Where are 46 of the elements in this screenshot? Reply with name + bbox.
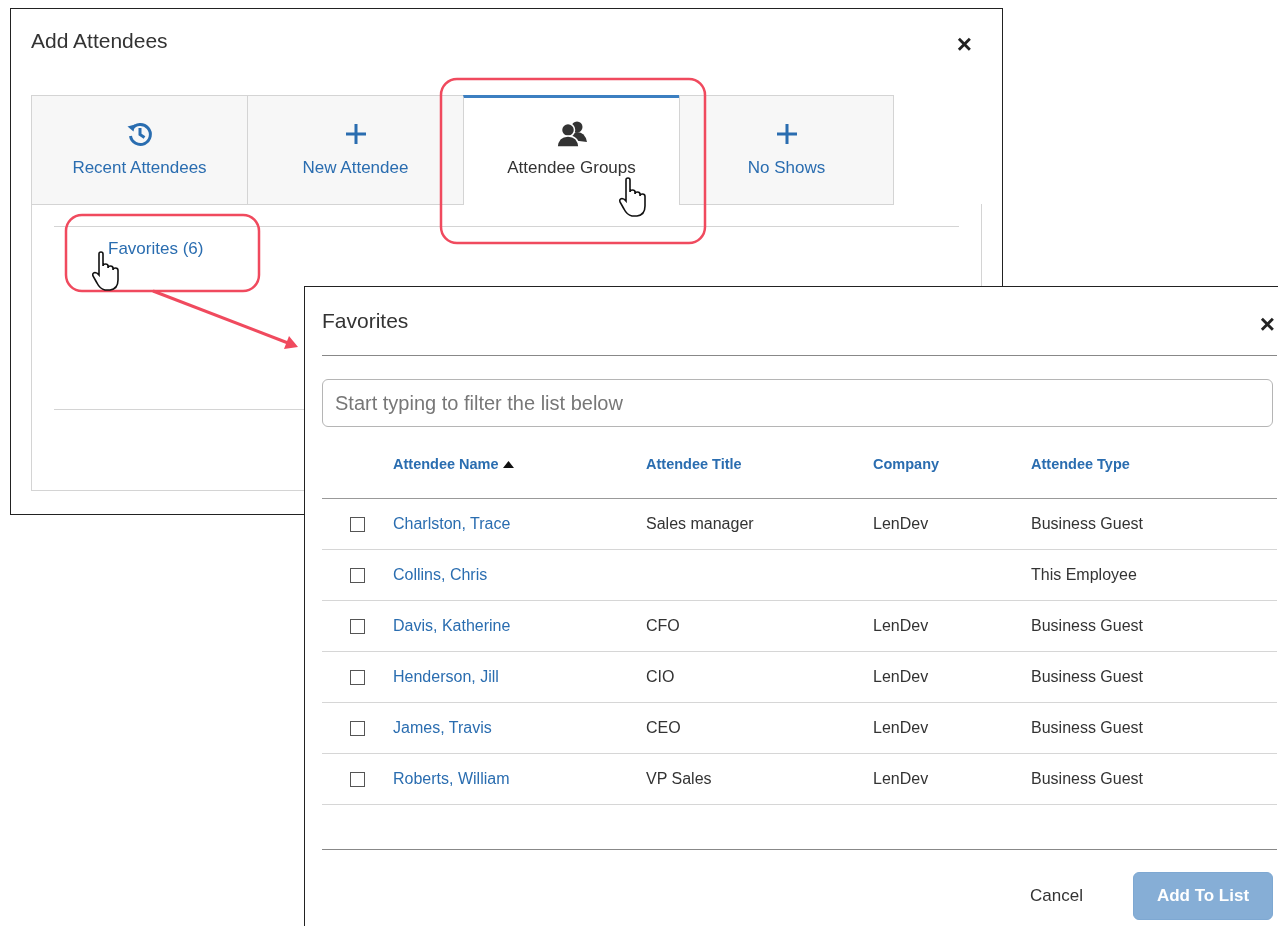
attendee-name-link[interactable]: James, Travis <box>393 719 492 737</box>
table-cell: LenDev <box>873 515 929 532</box>
table-cell: LenDev <box>873 719 929 736</box>
checkbox[interactable] <box>350 618 365 634</box>
history-icon <box>125 120 154 148</box>
table-cell: Sales manager <box>646 515 754 532</box>
table-cell: LenDev <box>873 617 929 634</box>
attendee-name-link[interactable]: Roberts, William <box>393 770 510 788</box>
tab[interactable]: Recent Attendees <box>31 95 247 205</box>
checkbox[interactable] <box>350 669 365 685</box>
table-cell: CIO <box>646 668 675 685</box>
tab[interactable]: No Shows <box>679 95 894 205</box>
table-cell: LenDev <box>873 770 929 787</box>
tab[interactable]: Attendee Groups <box>463 95 679 205</box>
checkbox[interactable] <box>350 567 365 583</box>
attendee-name-link[interactable]: Henderson, Jill <box>393 668 499 686</box>
table-cell: Business Guest <box>1031 515 1144 532</box>
table-cell: Business Guest <box>1031 770 1144 787</box>
attendee-name-link[interactable]: Davis, Katherine <box>393 617 511 635</box>
dialog-title: Favorites <box>322 309 409 333</box>
tab[interactable]: New Attendee <box>247 95 463 205</box>
checkbox[interactable] <box>350 720 365 736</box>
table-cell: CFO <box>646 617 680 634</box>
column-header[interactable]: Attendee Name <box>393 456 514 472</box>
users-icon <box>555 120 588 148</box>
column-header[interactable]: Attendee Type <box>1031 456 1130 472</box>
search-field[interactable]: Start typing to filter the list below <box>322 379 1273 427</box>
table-cell: CEO <box>646 719 681 736</box>
close-button[interactable]: × <box>946 28 982 60</box>
table-cell: Business Guest <box>1031 617 1144 634</box>
attendee-name-link[interactable]: Collins, Chris <box>393 566 488 584</box>
close-button[interactable]: × <box>1249 308 1275 340</box>
checkbox[interactable] <box>350 771 365 787</box>
checkbox[interactable] <box>350 516 365 532</box>
hand-cursor-icon <box>618 177 646 217</box>
column-header[interactable]: Attendee Title <box>646 456 742 472</box>
table-cell: VP Sales <box>646 770 712 787</box>
table-cell: Business Guest <box>1031 719 1144 736</box>
attendee-name-link[interactable]: Charlston, Trace <box>393 515 511 533</box>
dialog-title: Add Attendees <box>31 29 168 53</box>
table-cell: LenDev <box>873 668 929 685</box>
table-cell: Business Guest <box>1031 668 1144 685</box>
table-cell: This Employee <box>1031 566 1137 583</box>
cancel-button[interactable]: Cancel <box>1024 885 1089 907</box>
group-link[interactable]: Favorites (6) <box>108 239 204 258</box>
column-header[interactable]: Company <box>873 456 940 472</box>
